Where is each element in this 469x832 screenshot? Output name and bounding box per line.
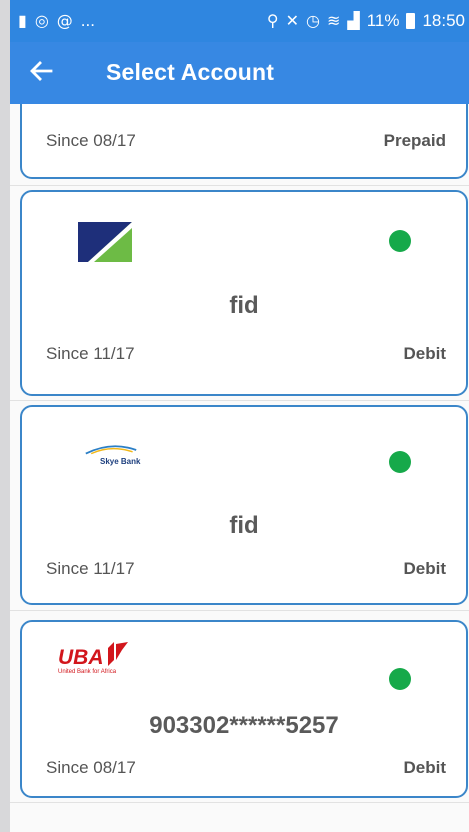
status-left: ▮ ◎ @ ... xyxy=(18,11,95,31)
uba-logo-text: UBA xyxy=(58,646,104,669)
sim-icon: ▮ xyxy=(18,11,27,30)
battery-percent: 11% xyxy=(366,11,400,30)
location-icon: ⚲ xyxy=(266,11,279,30)
divider xyxy=(10,802,469,803)
app-bar: Select Account xyxy=(10,42,469,104)
skye-bank-logo: Skye Bank xyxy=(80,441,160,471)
mention-icon: @ xyxy=(56,11,73,30)
divider xyxy=(10,185,469,186)
account-type: Debit xyxy=(403,758,447,777)
active-status-dot xyxy=(389,230,411,252)
active-status-dot xyxy=(389,451,411,473)
fidelity-bank-logo xyxy=(78,222,132,262)
account-card[interactable]: UBA United Bank for Africa 903302******5… xyxy=(20,620,468,798)
account-type: Debit xyxy=(403,344,447,363)
uba-logo: UBA United Bank for Africa xyxy=(52,642,152,682)
account-number: fid xyxy=(229,292,259,319)
wifi-icon: ≋ xyxy=(326,11,341,30)
signal-icon: ▟ xyxy=(347,11,360,30)
account-card[interactable]: Since 08/17 Prepaid xyxy=(20,104,468,179)
battery-icon xyxy=(406,13,416,29)
mute-icon: ✕ xyxy=(285,11,299,30)
account-number: 903302******5257 xyxy=(149,712,339,739)
uba-emblem-icon xyxy=(108,642,128,666)
status-time: 18:50 xyxy=(422,11,465,30)
account-since: Since 08/17 xyxy=(46,758,136,777)
status-right: ⚲ ✕ ◷ ≋ ▟ 11% 18:50 xyxy=(267,11,465,31)
back-arrow-icon[interactable] xyxy=(26,56,56,86)
account-card[interactable]: Skye Bank fid Since 11/17 Debit xyxy=(20,405,468,605)
account-since: Since 11/17 xyxy=(46,344,135,363)
account-number: fid xyxy=(229,512,259,539)
account-card[interactable]: fid Since 11/17 Debit xyxy=(20,190,468,396)
uba-logo-subtext: United Bank for Africa xyxy=(58,669,117,675)
divider xyxy=(10,610,469,611)
page-title: Select Account xyxy=(106,59,275,85)
screen: ▮ ◎ @ ... ⚲ ✕ ◷ ≋ ▟ 11% 18:50 Select Acc… xyxy=(10,0,469,832)
account-type: Debit xyxy=(403,559,447,578)
phone-frame: ▮ ◎ @ ... ⚲ ✕ ◷ ≋ ▟ 11% 18:50 Select Acc… xyxy=(0,0,469,832)
account-since: Since 11/17 xyxy=(46,559,135,578)
status-ellipsis: ... xyxy=(80,11,95,30)
clock-icon: ◷ xyxy=(306,11,320,30)
status-bar: ▮ ◎ @ ... ⚲ ✕ ◷ ≋ ▟ 11% 18:50 xyxy=(10,0,469,42)
account-list[interactable]: Since 08/17 Prepaid fid Since 11/17 Debi… xyxy=(10,104,469,832)
account-since: Since 08/17 xyxy=(46,131,136,150)
divider xyxy=(10,400,469,401)
skye-bank-logo-text: Skye Bank xyxy=(100,457,141,466)
alarm-icon: ◎ xyxy=(34,11,49,30)
active-status-dot xyxy=(389,668,411,690)
account-type: Prepaid xyxy=(383,131,446,150)
